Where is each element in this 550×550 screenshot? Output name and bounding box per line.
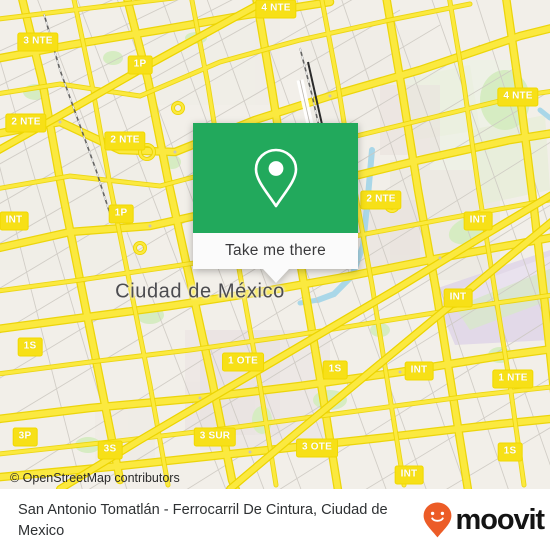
map-viewport[interactable]: Ciudad de México 4 NTE 3 NTE 1P 4 NTE 2 NTE 2… <box>0 0 550 489</box>
road-shield: 4 NTE <box>497 87 539 107</box>
road-shield: 1S <box>497 442 523 462</box>
city-label: Ciudad de México <box>115 280 285 303</box>
road-shield: INT <box>404 361 434 381</box>
road-shield: 3S <box>97 440 123 460</box>
road-shield: INT <box>443 288 473 308</box>
road-shield: INT <box>0 211 29 231</box>
road-shield: INT <box>463 211 493 231</box>
road-shield: 3 NTE <box>17 32 59 52</box>
road-shield: 3P <box>12 427 38 447</box>
moovit-wordmark: moovit <box>455 503 546 536</box>
road-shield: 4 NTE <box>255 0 297 19</box>
destination-popup-card[interactable]: Take me there <box>193 123 358 283</box>
road-shield: 1 OTE <box>222 352 264 372</box>
road-shield: 1P <box>108 204 134 224</box>
osm-attribution[interactable]: © OpenStreetMap contributors <box>10 471 180 485</box>
popup-pin-panel <box>193 123 358 233</box>
moovit-map-screenshot: Ciudad de México 4 NTE 3 NTE 1P 4 NTE 2 NTE 2… <box>0 0 550 550</box>
road-shield: 1 NTE <box>492 369 534 389</box>
moovit-brand[interactable]: moovit <box>422 498 546 539</box>
caption-bar: San Antonio Tomatlán - Ferrocarril De Ci… <box>0 489 550 550</box>
road-shield: 3 OTE <box>296 438 338 458</box>
road-shield: 2 NTE <box>360 190 402 210</box>
road-shield: INT <box>394 465 424 485</box>
road-shield: 3 SUR <box>193 427 237 447</box>
road-shield: 1S <box>17 337 43 357</box>
moovit-pin-smiley-icon <box>423 502 451 538</box>
map-pin-icon <box>254 148 297 208</box>
road-shield: 1S <box>322 360 348 380</box>
road-shield: 2 NTE <box>104 131 146 151</box>
place-name-label: San Antonio Tomatlán - Ferrocarril De Ci… <box>18 502 388 539</box>
road-shield: 2 NTE <box>5 113 47 133</box>
road-shield: 1P <box>127 55 153 75</box>
popup-pointer-tail <box>262 269 289 283</box>
take-me-there-button[interactable]: Take me there <box>193 233 358 269</box>
